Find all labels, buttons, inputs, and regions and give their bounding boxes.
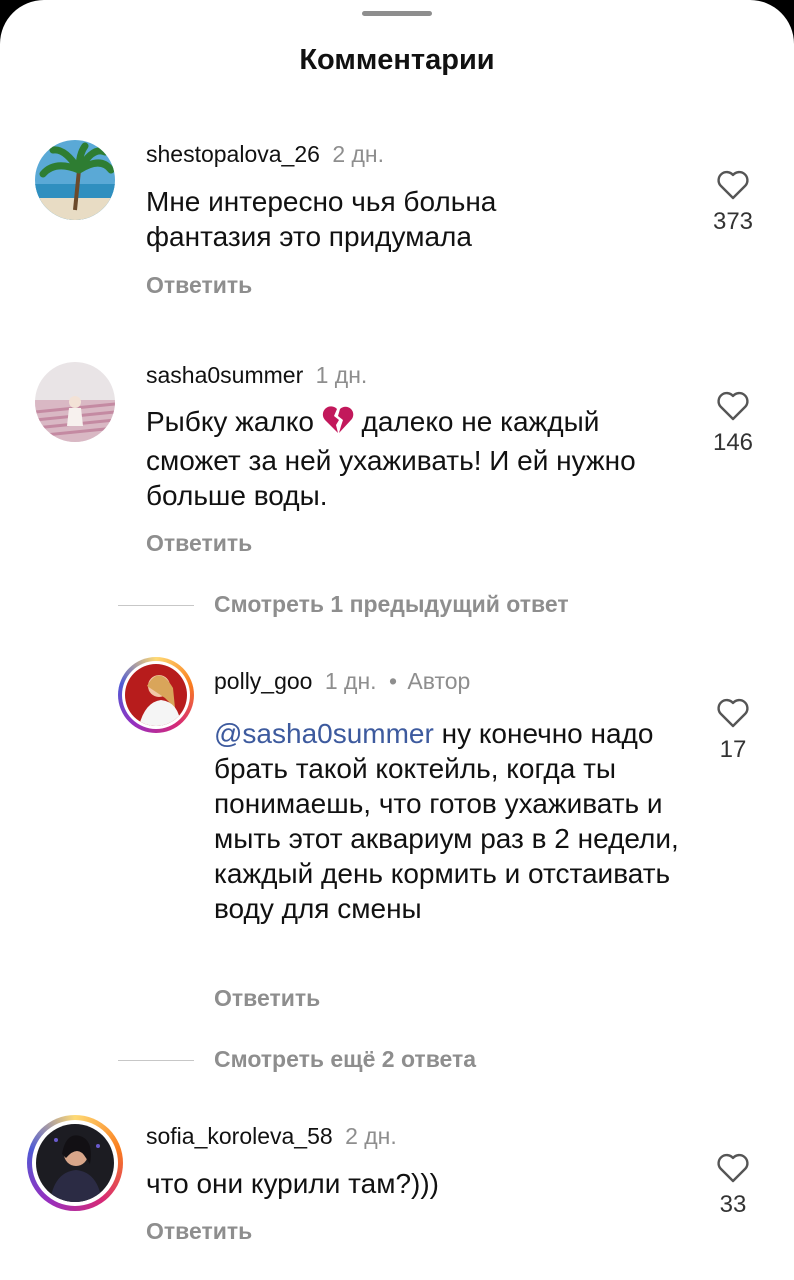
heart-icon[interactable] bbox=[716, 698, 750, 728]
like-count: 146 bbox=[712, 429, 754, 456]
heart-icon[interactable] bbox=[716, 170, 750, 200]
sheet-title: Комментарии bbox=[299, 44, 495, 76]
username-link[interactable]: sofia_koroleva_58 bbox=[146, 1123, 333, 1149]
avatar-image bbox=[125, 664, 187, 726]
comment-meta: sofia_koroleva_58 2 дн. bbox=[146, 1123, 397, 1150]
mention-link[interactable]: @sasha0summer bbox=[214, 718, 434, 749]
comment-meta: sasha0summer 1 дн. bbox=[146, 362, 367, 389]
drag-handle[interactable] bbox=[362, 11, 432, 16]
like-count: 17 bbox=[719, 736, 747, 763]
heart-icon[interactable] bbox=[716, 1153, 750, 1183]
comment-text: Рыбку жалко далеко не каждый сможет за н… bbox=[146, 405, 636, 511]
reply-button[interactable]: Ответить bbox=[146, 1218, 252, 1245]
broken-heart-icon bbox=[322, 405, 354, 443]
comment-time: 2 дн. bbox=[332, 141, 385, 167]
comment-meta: polly_goo 1 дн. • Автор bbox=[214, 668, 470, 695]
username-link[interactable]: sasha0summer bbox=[146, 362, 303, 388]
reply-button[interactable]: Ответить bbox=[214, 985, 320, 1012]
avatar[interactable] bbox=[35, 140, 115, 220]
like-control: 146 bbox=[703, 391, 763, 457]
avatar-image bbox=[35, 140, 115, 220]
comment-text: Мне интересно чья больна фантазия это пр… bbox=[146, 186, 497, 252]
comment-time: 1 дн. bbox=[315, 362, 368, 388]
like-control: 33 bbox=[703, 1153, 763, 1219]
author-badge: Автор bbox=[407, 668, 471, 694]
like-count: 373 bbox=[712, 208, 754, 235]
view-more-label: Смотреть ещё 2 ответа bbox=[214, 1046, 477, 1072]
comment-text: @sasha0summer ну конечно надо брать тако… bbox=[214, 718, 679, 924]
like-control: 373 bbox=[703, 170, 763, 236]
comments-sheet: Комментарии shestopalova_26 2 дн. Мне ин… bbox=[0, 0, 794, 1280]
comment-time: 2 дн. bbox=[345, 1123, 397, 1149]
reply-button[interactable]: Ответить bbox=[146, 272, 252, 299]
avatar-image bbox=[36, 1124, 114, 1202]
comment-time: 1 дн. bbox=[324, 668, 377, 694]
avatar[interactable] bbox=[35, 362, 115, 442]
heart-icon[interactable] bbox=[716, 391, 750, 421]
avatar-image bbox=[35, 362, 115, 442]
like-count: 33 bbox=[719, 1191, 747, 1218]
avatar[interactable] bbox=[118, 657, 194, 733]
avatar[interactable] bbox=[27, 1115, 123, 1211]
comment-meta: shestopalova_26 2 дн. bbox=[146, 141, 384, 168]
view-previous-label: Смотреть 1 предыдущий ответ bbox=[214, 591, 569, 617]
thread-divider bbox=[118, 1060, 194, 1061]
thread-divider bbox=[118, 605, 194, 606]
separator-dot: • bbox=[388, 668, 398, 694]
like-control: 17 bbox=[703, 698, 763, 764]
username-link[interactable]: shestopalova_26 bbox=[146, 141, 320, 167]
reply-button[interactable]: Ответить bbox=[146, 530, 252, 557]
comment-text: что они курили там?))) bbox=[146, 1168, 440, 1199]
username-link[interactable]: polly_goo bbox=[214, 668, 312, 694]
